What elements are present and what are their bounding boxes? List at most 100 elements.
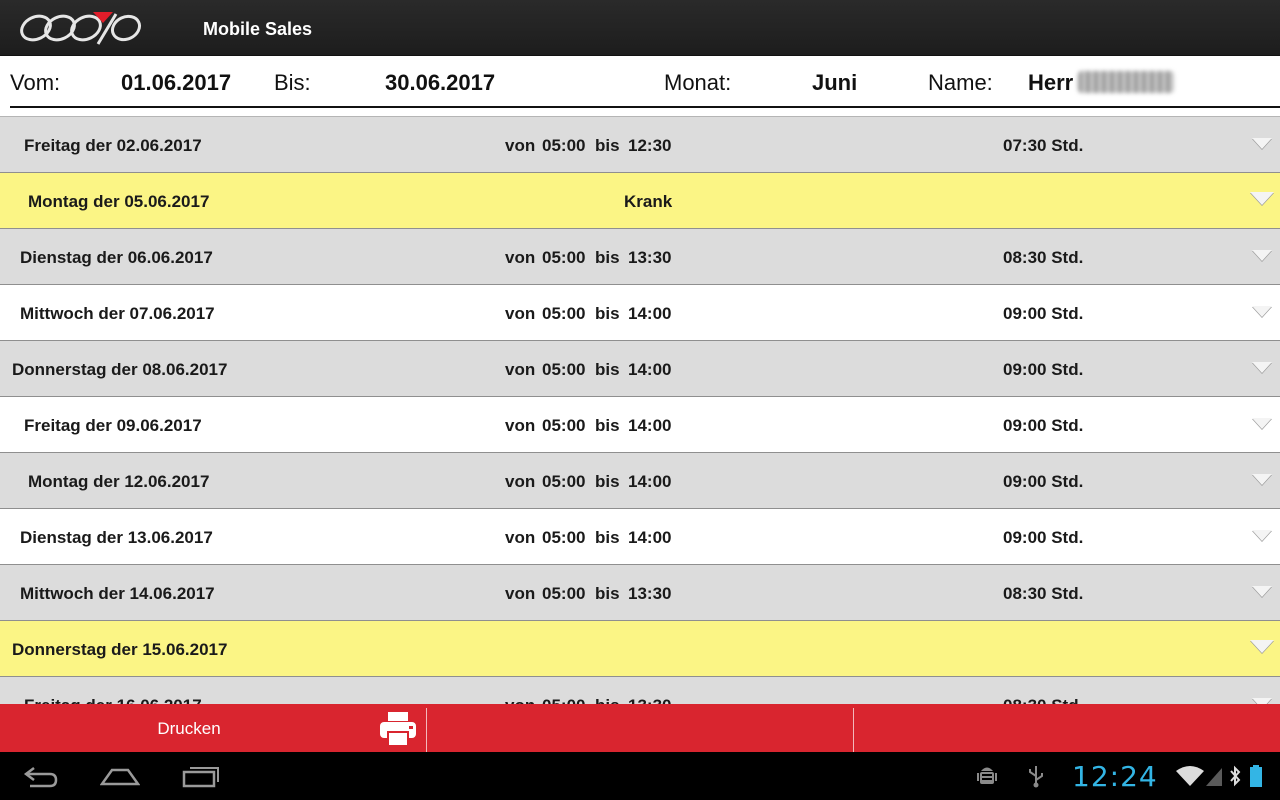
list-item[interactable]: Dienstag der 06.06.2017 von 05:00 bis 13… [0,229,1280,285]
bottom-action-bar: Drucken [0,704,1280,752]
start-time: 05:00 [542,136,586,155]
day-label: Freitag der 16.06.2017 [24,677,202,704]
von-label: von [505,528,536,547]
end-time: 12:30 [628,136,672,155]
chevron-down-icon[interactable] [1252,306,1272,317]
action-slot-2[interactable] [427,704,853,752]
start-time: 05:00 [542,584,586,603]
chevron-down-icon[interactable] [1252,530,1272,541]
von-label: von [505,416,536,435]
status-label: Krank [624,192,673,211]
redacted-name [1078,71,1174,93]
day-label: Montag der 05.06.2017 [28,192,210,211]
chevron-down-icon[interactable] [1250,640,1274,653]
list-item[interactable]: Montag der 12.06.2017 von 05:00 bis 14:0… [0,453,1280,509]
chevron-down-icon[interactable] [1252,586,1272,597]
bis-label: bis [595,584,620,603]
start-time: 05:00 [542,528,586,547]
list-item[interactable]: Mittwoch der 14.06.2017 von 05:00 bis 13… [0,565,1280,621]
start-time: 05:00 [542,472,586,491]
home-icon[interactable] [100,762,140,790]
end-time: 13:30 [628,584,672,603]
bis-label: bis [595,136,620,155]
list-item[interactable]: Freitag der 16.06.2017 von 05:00 bis 13:… [0,677,1280,704]
list-item[interactable]: Donnerstag der 08.06.2017 von 05:00 bis … [0,341,1280,397]
von-label: von [505,248,536,267]
list-item[interactable]: Freitag der 09.06.2017 von 05:00 bis 14:… [0,397,1280,453]
start-time: 05:00 [542,677,585,704]
hours-total: 07:30 Std. [1003,136,1084,155]
hours-total: 09:00 Std. [1003,360,1084,379]
von-label: von [505,472,536,491]
name-label: Name: [928,70,993,95]
bis-value: 30.06.2017 [385,70,496,95]
chevron-down-icon[interactable] [1252,474,1272,485]
app-title: Mobile Sales [203,19,313,39]
von-label: von [505,136,536,155]
day-label: Freitag der 02.06.2017 [24,136,202,155]
name-value: Herr [1028,70,1074,95]
list-item[interactable]: Freitag der 02.06.2017 von 05:00 bis 12:… [0,117,1280,173]
chevron-down-icon[interactable] [1250,192,1274,205]
von-label: von [505,360,536,379]
period-header: Vom: 01.06.2017 Bis: 30.06.2017 Monat: J… [0,56,1280,108]
chevron-down-icon[interactable] [1252,418,1272,429]
day-label: Mittwoch der 14.06.2017 [20,584,215,603]
day-label: Dienstag der 13.06.2017 [20,528,213,547]
bis-label: bis [595,677,620,704]
von-label: von [505,304,536,323]
end-time: 14:00 [628,360,672,379]
status-clock: 12:24 [1072,760,1158,793]
end-time: 14:00 [628,304,672,323]
vom-value: 01.06.2017 [121,70,232,95]
hours-total: 09:00 Std. [1003,416,1084,435]
chevron-down-icon[interactable] [1252,362,1272,373]
wifi-icon [1176,766,1204,786]
end-time: 13:30 [628,677,671,704]
recent-apps-icon[interactable] [182,762,222,790]
day-label: Donnerstag der 08.06.2017 [12,360,228,379]
list-item[interactable]: Montag der 05.06.2017 Krank [0,173,1280,229]
day-list[interactable]: Freitag der 02.06.2017 von 05:00 bis 12:… [0,116,1280,704]
list-item[interactable]: Donnerstag der 15.06.2017 [0,621,1280,677]
von-label: von [505,677,535,704]
android-debug-icon [977,767,997,784]
print-button[interactable]: Drucken [0,704,426,752]
back-icon[interactable] [22,762,62,790]
bis-label: bis [595,472,620,491]
hours-total: 08:30 Std. [1003,677,1083,704]
brand-logo [20,12,142,45]
bis-label: bis [595,416,620,435]
day-label: Freitag der 09.06.2017 [24,416,202,435]
end-time: 14:00 [628,472,672,491]
chevron-down-icon[interactable] [1252,138,1272,149]
day-label: Montag der 12.06.2017 [28,472,210,491]
action-slot-3[interactable] [854,704,1280,752]
signal-icon [1206,768,1222,786]
hours-total: 09:00 Std. [1003,472,1084,491]
list-item[interactable]: Mittwoch der 07.06.2017 von 05:00 bis 14… [0,285,1280,341]
bluetooth-icon [1230,765,1241,787]
chevron-down-icon[interactable] [1252,250,1272,261]
hours-total: 09:00 Std. [1003,528,1084,547]
bis-label: bis [595,304,620,323]
hours-total: 08:30 Std. [1003,584,1084,603]
bis-label: bis [595,248,620,267]
monat-label: Monat: [664,70,732,95]
vom-label: Vom: [10,70,61,95]
start-time: 05:00 [542,248,586,267]
von-label: von [505,584,536,603]
list-item[interactable]: Dienstag der 13.06.2017 von 05:00 bis 14… [0,509,1280,565]
monat-value: Juni [812,70,858,95]
print-label: Drucken [157,719,221,738]
end-time: 13:30 [628,248,672,267]
day-label: Donnerstag der 15.06.2017 [12,640,228,659]
header-divider [10,106,1280,108]
bis-label: bis [595,360,620,379]
printer-icon [380,712,416,747]
hours-total: 09:00 Std. [1003,304,1084,323]
start-time: 05:00 [542,416,586,435]
end-time: 14:00 [628,528,672,547]
bis-label: Bis: [274,70,311,95]
battery-icon [1250,765,1262,787]
